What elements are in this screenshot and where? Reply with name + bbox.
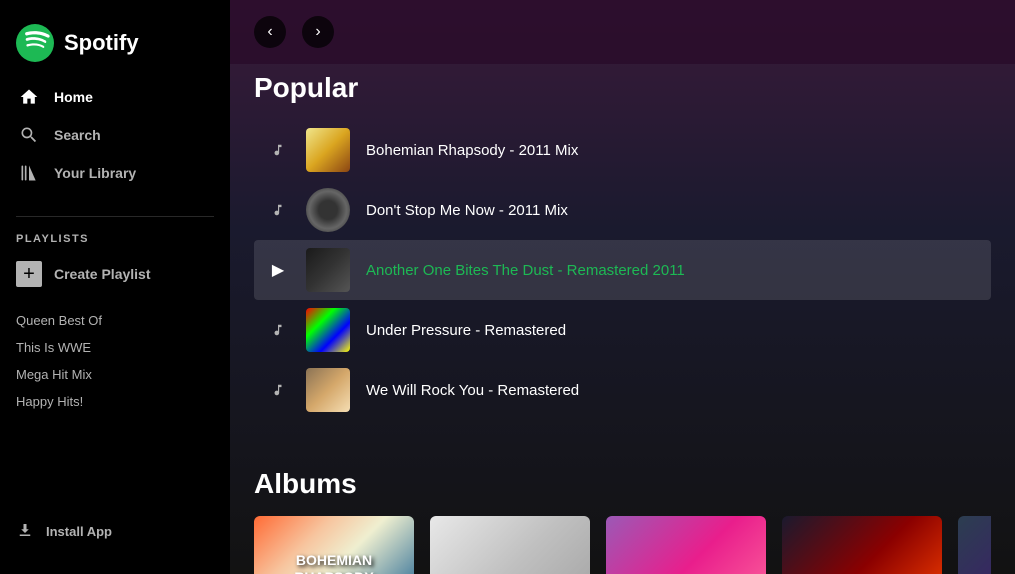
back-button[interactable]: ‹ — [254, 16, 286, 48]
sidebar-search-label: Search — [54, 127, 101, 143]
table-row[interactable]: Bohemian Rhapsody - 2011 Mix — [254, 120, 991, 180]
list-item[interactable] — [606, 516, 766, 574]
album-cover-2 — [430, 516, 590, 574]
home-icon — [18, 86, 40, 108]
list-item[interactable] — [958, 516, 991, 574]
sidebar-library-label: Your Library — [54, 165, 136, 181]
playlist-item-mega[interactable]: Mega Hit Mix — [16, 361, 214, 388]
list-item[interactable]: BOHEMIANRHAPSODY — [254, 516, 414, 574]
track-thumbnail-3 — [306, 248, 350, 292]
install-app-label: Install App — [46, 524, 112, 539]
sidebar-item-library[interactable]: Your Library — [8, 154, 222, 192]
track-number-5 — [266, 383, 290, 397]
albums-grid: BOHEMIANRHAPSODY — [254, 516, 991, 574]
track-thumbnail-1 — [306, 128, 350, 172]
track-info-1: Bohemian Rhapsody - 2011 Mix — [366, 142, 979, 159]
search-icon — [18, 124, 40, 146]
playlist-item-happy[interactable]: Happy Hits! — [16, 388, 214, 415]
create-playlist-label: Create Playlist — [54, 266, 151, 282]
forward-button[interactable]: › — [302, 16, 334, 48]
track-number-4 — [266, 323, 290, 337]
track-number-1 — [266, 143, 290, 157]
sidebar-item-home[interactable]: Home — [8, 78, 222, 116]
track-name-4: Under Pressure - Remastered — [366, 322, 979, 339]
create-playlist-button[interactable]: + Create Playlist — [16, 257, 214, 291]
logo[interactable]: Spotify — [0, 16, 230, 78]
track-thumbnail-2 — [306, 188, 350, 232]
track-info-2: Don't Stop Me Now - 2011 Mix — [366, 202, 979, 219]
plus-icon: + — [16, 261, 42, 287]
back-icon: ‹ — [267, 23, 272, 41]
albums-title: Albums — [254, 460, 991, 500]
popular-title: Popular — [254, 64, 991, 104]
popular-section: Popular Bohemian Rhapsody - 2011 Mix — [254, 64, 991, 420]
playlists-section: PLAYLISTS + Create Playlist Queen Best O… — [0, 225, 230, 423]
logo-text: Spotify — [64, 30, 139, 56]
main-content: ‹ › Popular Bohemian Rhapsody - 2011 Mix — [230, 0, 1015, 574]
album-cover-4 — [782, 516, 942, 574]
play-icon: ▶ — [272, 260, 284, 280]
forward-icon: › — [315, 23, 320, 41]
albums-section: Albums BOHEMIANRHAPSODY — [254, 460, 991, 574]
top-bar: ‹ › — [230, 0, 1015, 64]
table-row[interactable]: Don't Stop Me Now - 2011 Mix — [254, 180, 991, 240]
track-info-3: Another One Bites The Dust - Remastered … — [366, 262, 979, 279]
track-info-4: Under Pressure - Remastered — [366, 322, 979, 339]
sidebar: Spotify Home Search Your Library — [0, 0, 230, 574]
table-row[interactable]: We Will Rock You - Remastered — [254, 360, 991, 420]
track-thumbnail-5 — [306, 368, 350, 412]
sidebar-nav: Home Search Your Library — [0, 78, 230, 192]
sidebar-divider — [16, 216, 214, 217]
list-item[interactable] — [782, 516, 942, 574]
album-cover-5 — [958, 516, 991, 574]
spotify-logo-icon — [16, 24, 54, 62]
download-icon — [16, 521, 34, 542]
album-cover-3 — [606, 516, 766, 574]
track-name-2: Don't Stop Me Now - 2011 Mix — [366, 202, 979, 219]
track-play-icon-3: ▶ — [266, 260, 290, 280]
table-row[interactable]: Under Pressure - Remastered — [254, 300, 991, 360]
sidebar-item-search[interactable]: Search — [8, 116, 222, 154]
playlist-item-wwe[interactable]: This Is WWE — [16, 334, 214, 361]
playlists-label: PLAYLISTS — [16, 233, 214, 245]
track-name-3: Another One Bites The Dust - Remastered … — [366, 262, 979, 279]
install-app-button[interactable]: Install App — [16, 521, 214, 542]
sidebar-bottom: Install App — [0, 505, 230, 558]
library-icon — [18, 162, 40, 184]
track-name-1: Bohemian Rhapsody - 2011 Mix — [366, 142, 979, 159]
content-area: Popular Bohemian Rhapsody - 2011 Mix — [230, 64, 1015, 574]
track-number-2 — [266, 203, 290, 217]
table-row[interactable]: ▶ Another One Bites The Dust - Remastere… — [254, 240, 991, 300]
sidebar-home-label: Home — [54, 89, 93, 105]
playlist-item-queen[interactable]: Queen Best Of — [16, 307, 214, 334]
track-name-5: We Will Rock You - Remastered — [366, 382, 979, 399]
list-item[interactable] — [430, 516, 590, 574]
album-cover-1: BOHEMIANRHAPSODY — [254, 516, 414, 574]
track-info-5: We Will Rock You - Remastered — [366, 382, 979, 399]
track-thumbnail-4 — [306, 308, 350, 352]
